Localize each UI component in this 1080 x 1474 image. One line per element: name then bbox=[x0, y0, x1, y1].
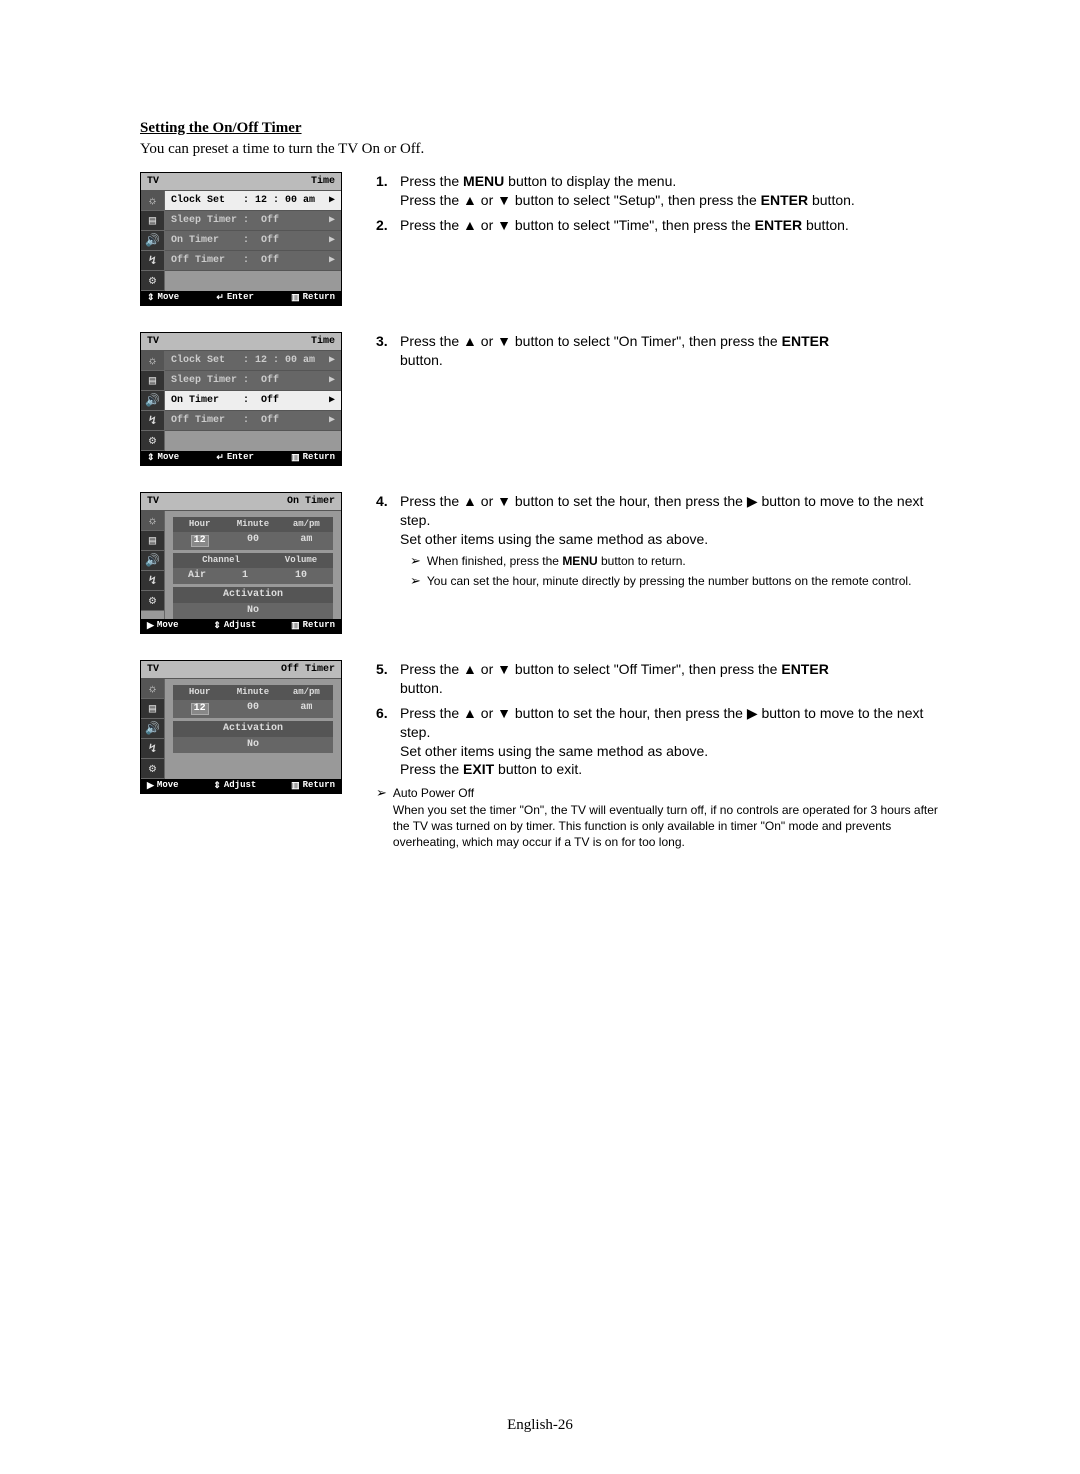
osd-icon: ⚙ bbox=[141, 759, 164, 779]
osd-icon: 🔊 bbox=[141, 391, 164, 411]
osd-row-ontimer: On Timer : Off▶ bbox=[165, 231, 341, 251]
osd-icon: ▤ bbox=[141, 699, 164, 719]
osd-icon: ↯ bbox=[141, 571, 164, 591]
chevron-icon: ➢ bbox=[410, 573, 421, 589]
osd-title: Off Timer bbox=[281, 665, 335, 675]
val-volume: 10 bbox=[269, 568, 333, 584]
step-4: 4. Press the ▲ or ▼ button to set the ho… bbox=[376, 492, 940, 589]
osd-icon: 🔊 bbox=[141, 551, 164, 571]
osd-row-clock: Clock Set : 12 : 00 am▶ bbox=[165, 351, 341, 371]
step-2: 2. Press the ▲ or ▼ button to select "Ti… bbox=[376, 216, 940, 235]
osd-icon: ☼ bbox=[141, 191, 164, 211]
instructions-block-1: 1. Press the MENU button to display the … bbox=[376, 172, 940, 241]
osd-tv-label: TV bbox=[147, 177, 159, 187]
osd-icon: ▤ bbox=[141, 531, 164, 551]
osd-screenshot-1: TV Time ☼ ▤ 🔊 ↯ ⚙ Clock Set : 12 : 00 am… bbox=[140, 172, 342, 306]
step-5: 5. Press the ▲ or ▼ button to select "Of… bbox=[376, 660, 940, 698]
val-minute: 00 bbox=[226, 532, 279, 550]
instructions-block-3: 4. Press the ▲ or ▼ button to set the ho… bbox=[376, 492, 940, 595]
section-heading: Setting the On/Off Timer bbox=[140, 120, 940, 137]
col-activation: Activation bbox=[173, 721, 333, 737]
val-hour: 12 bbox=[173, 700, 226, 718]
col-minute: Minute bbox=[226, 685, 279, 700]
osd-tv-label: TV bbox=[147, 497, 159, 507]
osd-screenshot-offtimer: TV Off Timer ☼ ▤ 🔊 ↯ ⚙ Hour Minute am/pm… bbox=[140, 660, 342, 794]
osd-icon: ☼ bbox=[141, 679, 164, 699]
osd-screenshot-ontimer: TV On Timer ☼ ▤ 🔊 ↯ ⚙ Hour Minute am/pm … bbox=[140, 492, 342, 634]
osd-tv-label: TV bbox=[147, 665, 159, 675]
val-ampm: am bbox=[280, 700, 333, 718]
osd-row-sleep: Sleep Timer : Off▶ bbox=[165, 371, 341, 391]
row-1: TV Time ☼ ▤ 🔊 ↯ ⚙ Clock Set : 12 : 00 am… bbox=[140, 172, 940, 306]
row-4: TV Off Timer ☼ ▤ 🔊 ↯ ⚙ Hour Minute am/pm… bbox=[140, 660, 940, 850]
osd-icon: ☼ bbox=[141, 511, 164, 531]
chevron-icon: ➢ bbox=[410, 553, 421, 569]
val-chnum: 1 bbox=[221, 568, 269, 584]
osd-icon: ☼ bbox=[141, 351, 164, 371]
osd-icon: ▤ bbox=[141, 371, 164, 391]
chevron-icon: ➢ bbox=[376, 785, 387, 801]
osd-icon: ▤ bbox=[141, 211, 164, 231]
row-3: TV On Timer ☼ ▤ 🔊 ↯ ⚙ Hour Minute am/pm … bbox=[140, 492, 940, 634]
osd-icon: 🔊 bbox=[141, 231, 164, 251]
step-4-note-1: ➢ When finished, press the MENU button t… bbox=[400, 553, 940, 569]
osd-title: On Timer bbox=[287, 497, 335, 507]
osd-icon: ⚙ bbox=[141, 431, 164, 451]
osd-screenshot-2: TV Time ☼ ▤ 🔊 ↯ ⚙ Clock Set : 12 : 00 am… bbox=[140, 332, 342, 466]
page-number: English-26 bbox=[507, 1417, 573, 1434]
col-ampm: am/pm bbox=[280, 685, 333, 700]
val-activation: No bbox=[173, 603, 333, 619]
step-1: 1. Press the MENU button to display the … bbox=[376, 172, 940, 210]
col-ampm: am/pm bbox=[280, 517, 333, 532]
val-hour: 12 bbox=[173, 532, 226, 550]
val-ampm: am bbox=[280, 532, 333, 550]
osd-row-offtimer: Off Timer : Off▶ bbox=[165, 411, 341, 431]
val-activation: No bbox=[173, 737, 333, 753]
col-activation: Activation bbox=[173, 587, 333, 603]
osd-row-sleep: Sleep Timer : Off▶ bbox=[165, 211, 341, 231]
osd-icon: ⚙ bbox=[141, 271, 164, 291]
osd-icon: ⚙ bbox=[141, 591, 164, 611]
osd-row-ontimer: On Timer : Off▶ bbox=[165, 391, 341, 411]
col-volume: Volume bbox=[269, 553, 333, 568]
osd-title: Time bbox=[311, 177, 335, 187]
step-6: 6. Press the ▲ or ▼ button to set the ho… bbox=[376, 704, 940, 780]
val-air: Air bbox=[173, 568, 221, 584]
intro-text: You can preset a time to turn the TV On … bbox=[140, 141, 940, 158]
col-channel: Channel bbox=[173, 553, 269, 568]
col-hour: Hour bbox=[173, 517, 226, 532]
row-2: TV Time ☼ ▤ 🔊 ↯ ⚙ Clock Set : 12 : 00 am… bbox=[140, 332, 940, 466]
col-minute: Minute bbox=[226, 517, 279, 532]
step-4-note-2: ➢ You can set the hour, minute directly … bbox=[400, 573, 940, 589]
osd-icon: ↯ bbox=[141, 411, 164, 431]
auto-power-off-note: ➢ Auto Power Off When you set the timer … bbox=[376, 785, 940, 850]
osd-icon: ↯ bbox=[141, 739, 164, 759]
instructions-block-2: 3. Press the ▲ or ▼ button to select "On… bbox=[376, 332, 940, 376]
osd-row-clock: Clock Set : 12 : 00 am▶ bbox=[165, 191, 341, 211]
osd-icon: 🔊 bbox=[141, 719, 164, 739]
osd-row-offtimer: Off Timer : Off▶ bbox=[165, 251, 341, 271]
osd-tv-label: TV bbox=[147, 337, 159, 347]
osd-icon: ↯ bbox=[141, 251, 164, 271]
step-3: 3. Press the ▲ or ▼ button to select "On… bbox=[376, 332, 940, 370]
val-minute: 00 bbox=[226, 700, 279, 718]
col-hour: Hour bbox=[173, 685, 226, 700]
instructions-block-4: 5. Press the ▲ or ▼ button to select "Of… bbox=[376, 660, 940, 850]
osd-title: Time bbox=[311, 337, 335, 347]
